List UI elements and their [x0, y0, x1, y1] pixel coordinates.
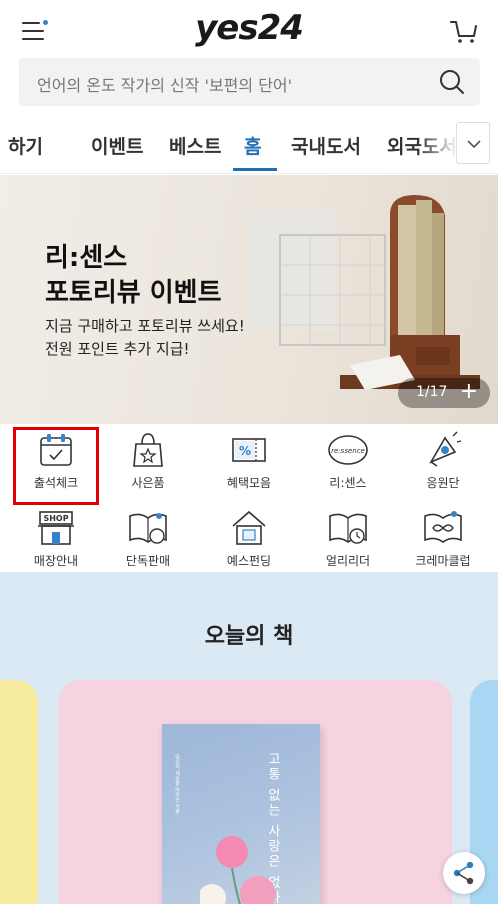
promo-banner[interactable]: 리:센스 포토리뷰 이벤트 지금 구매하고 포토리뷰 쓰세요! 전원 포인트 추… [0, 175, 498, 424]
share-icon [453, 861, 474, 885]
section-title: 오늘의 책 [204, 624, 294, 649]
shortcut-grid: 출석체크 사은품 % 혜택모음 re:ssence 리:센스 응원단 SHOP … [0, 424, 498, 574]
banner-title-line1: 리:센스 [45, 243, 128, 273]
tabs-expand-button[interactable] [456, 122, 490, 164]
gift-bag-icon [133, 433, 163, 467]
shortcut-label: 사은품 [131, 476, 165, 490]
shortcut-label: 얼리리더 [325, 554, 371, 568]
page: yes24 언어의 온도 작가의 신작 '보편의 단어' 하기 이벤트 베스트 … [0, 0, 498, 904]
crema-club-icon [424, 511, 462, 543]
shortcut-label: 리:센스 [329, 476, 367, 490]
shop-icon: SHOP [38, 511, 74, 545]
ressence-icon: re:ssence [328, 435, 368, 465]
tab-events[interactable]: 이벤트 [91, 132, 143, 159]
coupon-icon: % [232, 438, 266, 462]
shortcut-label: 혜택모음 [226, 476, 272, 490]
shortcut-label: 응원단 [426, 476, 460, 490]
shortcut-label: 크레마클럽 [415, 554, 471, 568]
banner-title-line2: 포토리뷰 이벤트 [45, 278, 222, 308]
shortcut-label: 단독판매 [125, 554, 171, 568]
early-reader-icon [329, 513, 367, 544]
active-tab-indicator [233, 168, 277, 171]
book-flower-illustration [200, 836, 276, 904]
banner-page-indicator: 1/17 [416, 384, 448, 400]
book-cover[interactable]: 고통 없는 사랑은 없다 당신의 세상을 바꾸는 사랑 [162, 724, 320, 904]
search-input[interactable]: 언어의 온도 작가의 신작 '보편의 단어' [37, 72, 292, 96]
search-bar[interactable]: 언어의 온도 작가의 신작 '보편의 단어' [19, 58, 480, 106]
logo[interactable]: yes24 [0, 8, 498, 48]
shortcut-gifts[interactable]: 사은품 [103, 430, 193, 508]
chevron-down-icon [467, 140, 481, 149]
svg-text:%: % [239, 444, 251, 458]
svg-text:SHOP: SHOP [43, 514, 68, 523]
banner-expand-icon[interactable]: + [460, 379, 478, 404]
banner-pager[interactable]: 1/17 + [398, 378, 490, 408]
share-button[interactable] [443, 852, 485, 894]
search-icon[interactable] [438, 68, 466, 96]
shortcut-cheer[interactable]: 응원단 [398, 430, 488, 508]
shortcut-label: 매장안내 [33, 554, 79, 568]
book-small-text: 당신의 세상을 바꾸는 사랑 [174, 754, 180, 814]
cheer-icon [429, 431, 462, 467]
carousel-card-prev[interactable] [0, 680, 38, 904]
cart-icon[interactable] [448, 16, 480, 46]
calendar-check-icon [40, 434, 72, 466]
banner-subtitle-line2: 전원 포인트 추가 지급! [45, 340, 190, 358]
exclusive-book-icon [129, 513, 167, 544]
tab-best[interactable]: 베스트 [169, 132, 221, 159]
banner-subtitle-line1: 지금 구매하고 포토리뷰 쓰세요! [45, 317, 245, 335]
funding-icon [232, 510, 266, 545]
shortcut-label: 예스펀딩 [226, 554, 272, 568]
tab-home[interactable]: 홈 [244, 132, 261, 159]
shortcut-ressence[interactable]: re:ssence 리:센스 [303, 430, 393, 508]
shortcut-attendance[interactable]: 출석체크 [11, 430, 101, 508]
tab-partial[interactable]: 하기 [8, 132, 43, 159]
svg-text:re:ssence: re:ssence [331, 447, 365, 455]
category-tabs: 하기 이벤트 베스트 홈 국내도서 외국도서 [0, 112, 498, 174]
header: yes24 [0, 0, 498, 58]
tab-domestic-books[interactable]: 국내도서 [291, 132, 361, 159]
shortcut-benefits[interactable]: % 혜택모음 [204, 430, 294, 508]
shortcut-label: 출석체크 [33, 476, 79, 490]
